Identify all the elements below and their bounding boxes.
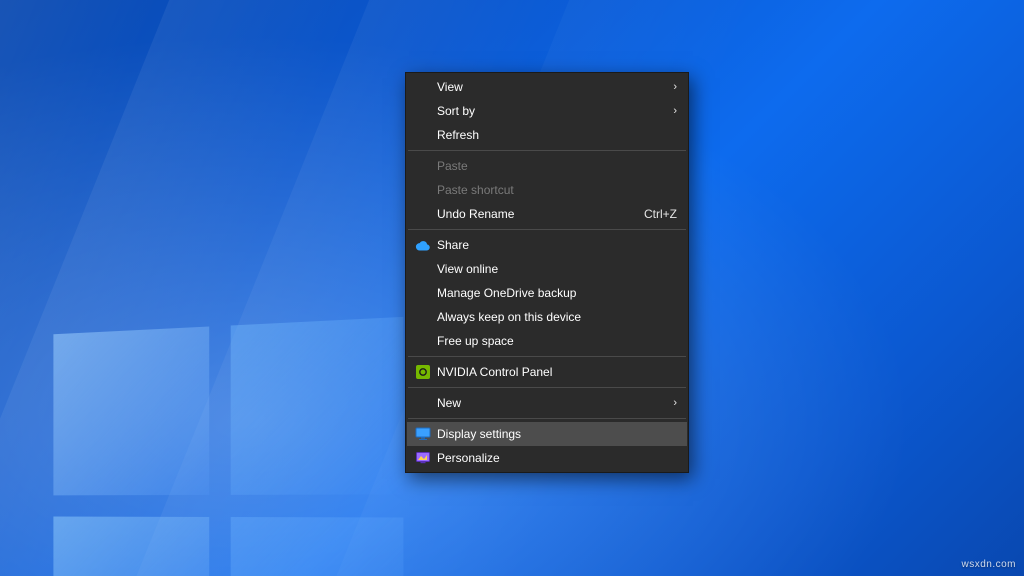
chevron-right-icon: › xyxy=(673,397,677,409)
menu-separator xyxy=(408,150,686,151)
blank-icon xyxy=(413,127,433,143)
menu-item-undo-rename[interactable]: Undo Rename Ctrl+Z xyxy=(407,202,687,226)
menu-separator xyxy=(408,229,686,230)
menu-label: View online xyxy=(437,262,677,276)
blank-icon xyxy=(413,206,433,222)
menu-label: Refresh xyxy=(437,128,677,142)
menu-label: New xyxy=(437,396,661,410)
blank-icon xyxy=(413,333,433,349)
menu-item-paste-shortcut: Paste shortcut xyxy=(407,178,687,202)
menu-item-refresh[interactable]: Refresh xyxy=(407,123,687,147)
menu-item-view[interactable]: View › xyxy=(407,75,687,99)
light-ray xyxy=(0,0,454,576)
menu-accelerator: Ctrl+Z xyxy=(644,207,677,221)
menu-label: Paste xyxy=(437,159,677,173)
menu-item-paste: Paste xyxy=(407,154,687,178)
menu-label: Manage OneDrive backup xyxy=(437,286,677,300)
menu-label: Sort by xyxy=(437,104,661,118)
menu-item-share[interactable]: Share xyxy=(407,233,687,257)
desktop-context-menu: View › Sort by › Refresh Paste Paste sho… xyxy=(405,72,689,473)
chevron-right-icon: › xyxy=(673,105,677,117)
menu-item-personalize[interactable]: Personalize xyxy=(407,446,687,470)
blank-icon xyxy=(413,261,433,277)
menu-separator xyxy=(408,387,686,388)
blank-icon xyxy=(413,395,433,411)
blank-icon xyxy=(413,309,433,325)
menu-item-manage-onedrive-backup[interactable]: Manage OneDrive backup xyxy=(407,281,687,305)
blank-icon xyxy=(413,158,433,174)
menu-item-sort-by[interactable]: Sort by › xyxy=(407,99,687,123)
menu-item-free-up-space[interactable]: Free up space xyxy=(407,329,687,353)
menu-label: NVIDIA Control Panel xyxy=(437,365,677,379)
personalize-icon xyxy=(413,450,433,466)
menu-label: Paste shortcut xyxy=(437,183,677,197)
menu-label: View xyxy=(437,80,661,94)
menu-label: Undo Rename xyxy=(437,207,632,221)
nvidia-icon xyxy=(413,364,433,380)
menu-separator xyxy=(408,418,686,419)
menu-label: Share xyxy=(437,238,677,252)
blank-icon xyxy=(413,79,433,95)
menu-label: Free up space xyxy=(437,334,677,348)
display-settings-icon xyxy=(413,426,433,442)
blank-icon xyxy=(413,103,433,119)
menu-label: Personalize xyxy=(437,451,677,465)
onedrive-cloud-icon xyxy=(413,237,433,253)
light-ray xyxy=(0,0,254,576)
windows-logo xyxy=(53,317,403,576)
desktop-wallpaper[interactable]: View › Sort by › Refresh Paste Paste sho… xyxy=(0,0,1024,576)
menu-item-always-keep-on-this-device[interactable]: Always keep on this device xyxy=(407,305,687,329)
blank-icon xyxy=(413,182,433,198)
blank-icon xyxy=(413,285,433,301)
watermark-text: wsxdn.com xyxy=(961,559,1016,570)
menu-item-nvidia-control-panel[interactable]: NVIDIA Control Panel xyxy=(407,360,687,384)
menu-item-display-settings[interactable]: Display settings xyxy=(407,422,687,446)
menu-item-new[interactable]: New › xyxy=(407,391,687,415)
chevron-right-icon: › xyxy=(673,81,677,93)
menu-label: Always keep on this device xyxy=(437,310,677,324)
menu-separator xyxy=(408,356,686,357)
menu-item-view-online[interactable]: View online xyxy=(407,257,687,281)
menu-label: Display settings xyxy=(437,427,677,441)
